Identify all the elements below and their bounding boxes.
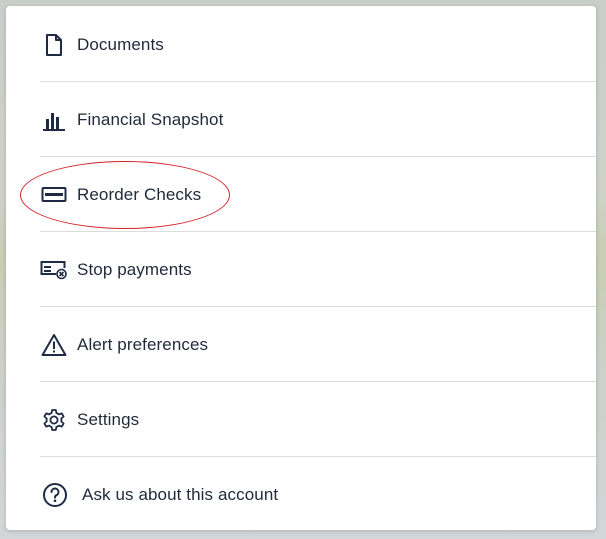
bar-chart-icon [40, 106, 68, 134]
document-icon [40, 31, 68, 59]
menu-item-alert-preferences[interactable]: Alert preferences [40, 308, 596, 382]
alert-icon [40, 331, 68, 359]
menu-item-label: Reorder Checks [77, 184, 202, 204]
menu-item-stop-payments[interactable]: Stop payments [40, 233, 596, 307]
gear-icon [40, 406, 68, 434]
menu-item-label: Documents [77, 34, 164, 54]
menu-item-label: Ask us about this account [82, 485, 279, 504]
stop-payment-icon [40, 256, 68, 284]
menu-item-financial-snapshot[interactable]: Financial Snapshot [40, 83, 596, 157]
menu-item-ask-us[interactable]: Ask us about this account [40, 458, 596, 532]
menu-item-label: Financial Snapshot [77, 109, 224, 129]
menu-item-reorder-checks[interactable]: Reorder Checks [40, 158, 596, 232]
check-icon [40, 181, 68, 209]
menu-item-documents[interactable]: Documents [40, 8, 596, 82]
menu-item-label: Alert preferences [77, 334, 209, 354]
menu-item-settings[interactable]: Settings [40, 383, 596, 457]
menu-item-label: Stop payments [77, 259, 192, 279]
help-icon [40, 481, 70, 509]
account-actions-menu: Documents Financial Snapshot Reorder Che… [6, 6, 596, 530]
menu-item-label: Settings [77, 409, 140, 429]
